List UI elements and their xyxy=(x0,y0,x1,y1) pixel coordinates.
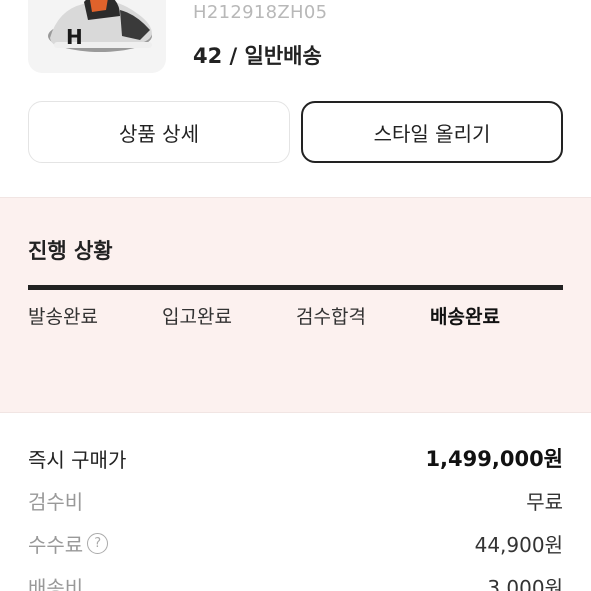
price-value: 44,900원 xyxy=(474,532,563,557)
product-detail-button[interactable]: 상품 상세 xyxy=(28,101,290,163)
step-received: 입고완료 xyxy=(162,306,232,328)
price-label: 배송비 xyxy=(28,575,84,591)
step-shipped: 발송완료 xyxy=(28,306,98,328)
price-row-instant-buy: 즉시 구매가 1,499,000원 xyxy=(28,438,563,478)
size-shipping-type: 42 / 일반배송 xyxy=(193,44,322,68)
step-delivered: 배송완료 xyxy=(430,306,500,328)
price-value: 1,499,000원 xyxy=(425,447,563,471)
price-row-shipping-fee: 배송비 3,000원 xyxy=(28,566,563,591)
price-label: 수수료 xyxy=(28,532,84,557)
price-label: 검수비 xyxy=(28,489,84,514)
price-label: 즉시 구매가 xyxy=(28,447,127,472)
price-value: 무료 xyxy=(526,489,563,514)
svg-text:H: H xyxy=(66,25,83,49)
sneaker-image: H xyxy=(48,0,152,52)
price-row-commission: 수수료 ? 44,900원 xyxy=(28,523,563,563)
price-value: 3,000원 xyxy=(487,575,563,591)
progress-title: 진행 상황 xyxy=(28,239,113,263)
step-inspection-passed: 검수합격 xyxy=(296,306,366,328)
post-style-button[interactable]: 스타일 올리기 xyxy=(301,101,563,163)
price-row-inspection-fee: 검수비 무료 xyxy=(28,480,563,520)
help-icon[interactable]: ? xyxy=(87,532,109,554)
section-divider xyxy=(0,181,591,197)
model-code: H212918ZH05 xyxy=(193,2,328,23)
product-image[interactable]: H xyxy=(28,0,166,73)
progress-bar xyxy=(28,285,563,290)
price-label-wrapper: 수수료 ? xyxy=(28,529,109,558)
progress-section: 진행 상황 발송완료 입고완료 검수합격 배송완료 xyxy=(0,197,591,413)
